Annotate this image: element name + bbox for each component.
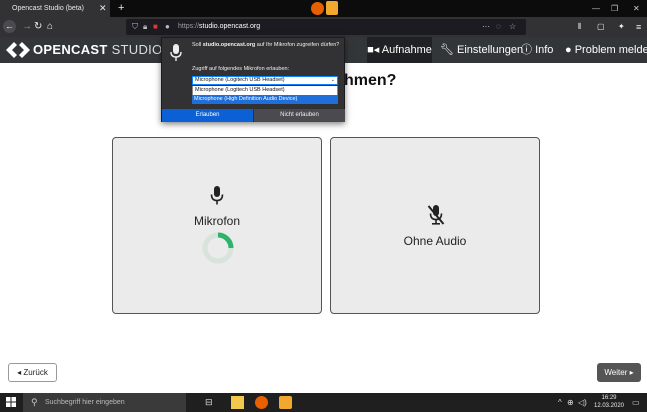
- browser-tab-strip: Opencast Studio (beta) ✕ + — ❐ ✕: [0, 0, 647, 17]
- minimize-button[interactable]: —: [592, 0, 600, 17]
- network-icon[interactable]: ⊕: [567, 393, 574, 412]
- task-view-icon[interactable]: ⊟: [205, 393, 213, 412]
- nav-aufnahme[interactable]: ■◂ Aufnahme: [367, 37, 432, 63]
- github-icon: ●: [565, 44, 572, 56]
- sharing-indicator-icon[interactable]: [326, 1, 338, 15]
- window-close-button[interactable]: ✕: [633, 0, 640, 17]
- firefox-taskbar-icon[interactable]: [255, 396, 268, 409]
- record-icon: ■◂: [367, 44, 380, 56]
- page-title: hmen?: [344, 72, 397, 89]
- library-icon[interactable]: ⫴: [578, 17, 581, 37]
- shield-icon[interactable]: ⛉: [132, 19, 138, 35]
- microphone-option[interactable]: Microphone (Logitech USB Headset): [192, 86, 338, 95]
- microphone-permission-popup: Soll studio.opencast.org auf Ihr Mikrofo…: [161, 37, 345, 122]
- nav-einstellungen[interactable]: 🔧︎ Einstellungen: [440, 37, 523, 63]
- info-icon: ⓘ: [521, 44, 532, 56]
- new-tab-button[interactable]: +: [118, 0, 124, 16]
- app-taskbar-icon[interactable]: [279, 396, 292, 409]
- microphone-off-icon: [427, 205, 445, 225]
- windows-taskbar: ⚲ Suchbegriff hier eingeben ⊟ ^ ⊕ ◁) 16:…: [0, 393, 647, 412]
- volume-icon[interactable]: ◁): [578, 393, 587, 412]
- maximize-button[interactable]: ❐: [611, 0, 618, 17]
- lock-icon[interactable]: 🔒︎: [143, 19, 147, 35]
- opencast-logo-icon: [6, 42, 30, 58]
- back-button[interactable]: ◂ Zurück: [8, 363, 57, 382]
- permission-message: Soll studio.opencast.org auf Ihr Mikrofo…: [192, 42, 340, 48]
- browser-tab[interactable]: Opencast Studio (beta): [0, 0, 110, 17]
- browser-back-button[interactable]: ←: [3, 20, 16, 33]
- page-actions-button[interactable]: ···: [482, 19, 490, 35]
- search-icon: ⚲: [31, 397, 38, 407]
- microphone-icon: [210, 186, 224, 205]
- url-text: https://studio.opencast.org: [178, 23, 261, 30]
- reload-icon[interactable]: ↻: [34, 17, 42, 37]
- firefox-logo-icon: [311, 2, 324, 15]
- choice-label: Ohne Audio: [403, 234, 467, 248]
- bookmark-star-icon[interactable]: ☆: [509, 19, 516, 35]
- choice-no-audio[interactable]: Ohne Audio: [330, 137, 540, 314]
- chevron-down-icon: ⌄: [330, 77, 335, 83]
- nav-problem-melden[interactable]: ● Problem melden: [565, 37, 647, 63]
- taskbar-clock[interactable]: 16:29 12.03.2020: [590, 394, 628, 410]
- file-explorer-icon[interactable]: [231, 396, 244, 409]
- allow-button[interactable]: Erlauben: [162, 109, 253, 122]
- home-icon[interactable]: ⌂: [47, 17, 53, 37]
- choice-label: Mikrofon: [193, 214, 240, 228]
- windows-start-icon[interactable]: [6, 397, 16, 407]
- browser-forward-button[interactable]: →: [22, 17, 32, 37]
- taskbar-search[interactable]: ⚲ Suchbegriff hier eingeben: [23, 393, 186, 412]
- url-bar[interactable]: ⛉ 🔒︎ ■ ● https://studio.opencast.org ···…: [126, 19, 526, 35]
- camera-permission-icon[interactable]: ■: [153, 19, 158, 35]
- wrench-icon: 🔧︎: [440, 44, 454, 56]
- menu-icon[interactable]: ≡: [636, 17, 641, 37]
- permission-select-label: Zugriff auf folgendes Mikrofon erlauben:: [192, 66, 290, 72]
- loading-spinner: [202, 232, 234, 264]
- microphone-option-highlighted[interactable]: Microphone (High Definition Audio Device…: [192, 95, 338, 104]
- browser-navbar: ← → ↻ ⌂ ⛉ 🔒︎ ■ ● https://studio.opencast…: [0, 17, 647, 37]
- nav-info[interactable]: ⓘ Info: [521, 37, 553, 63]
- microphone-permission-icon[interactable]: ●: [165, 19, 170, 35]
- choice-microphone[interactable]: Mikrofon: [112, 137, 322, 314]
- tab-close-icon[interactable]: ✕: [99, 0, 107, 17]
- microphone-icon: [170, 44, 182, 61]
- tray-chevron-icon[interactable]: ^: [558, 393, 562, 412]
- microphone-select[interactable]: Microphone (Logitech USB Headset) ⌄: [192, 76, 338, 85]
- pocket-icon[interactable]: ◌: [496, 19, 501, 35]
- sidebar-icon[interactable]: ▢: [597, 17, 605, 37]
- deny-button[interactable]: Nicht erlauben: [254, 109, 345, 122]
- next-button[interactable]: Weiter ▸: [597, 363, 641, 382]
- extension-icon[interactable]: ✦: [618, 17, 625, 37]
- notifications-icon[interactable]: ▭: [632, 393, 640, 412]
- tab-title: Opencast Studio (beta): [12, 5, 84, 12]
